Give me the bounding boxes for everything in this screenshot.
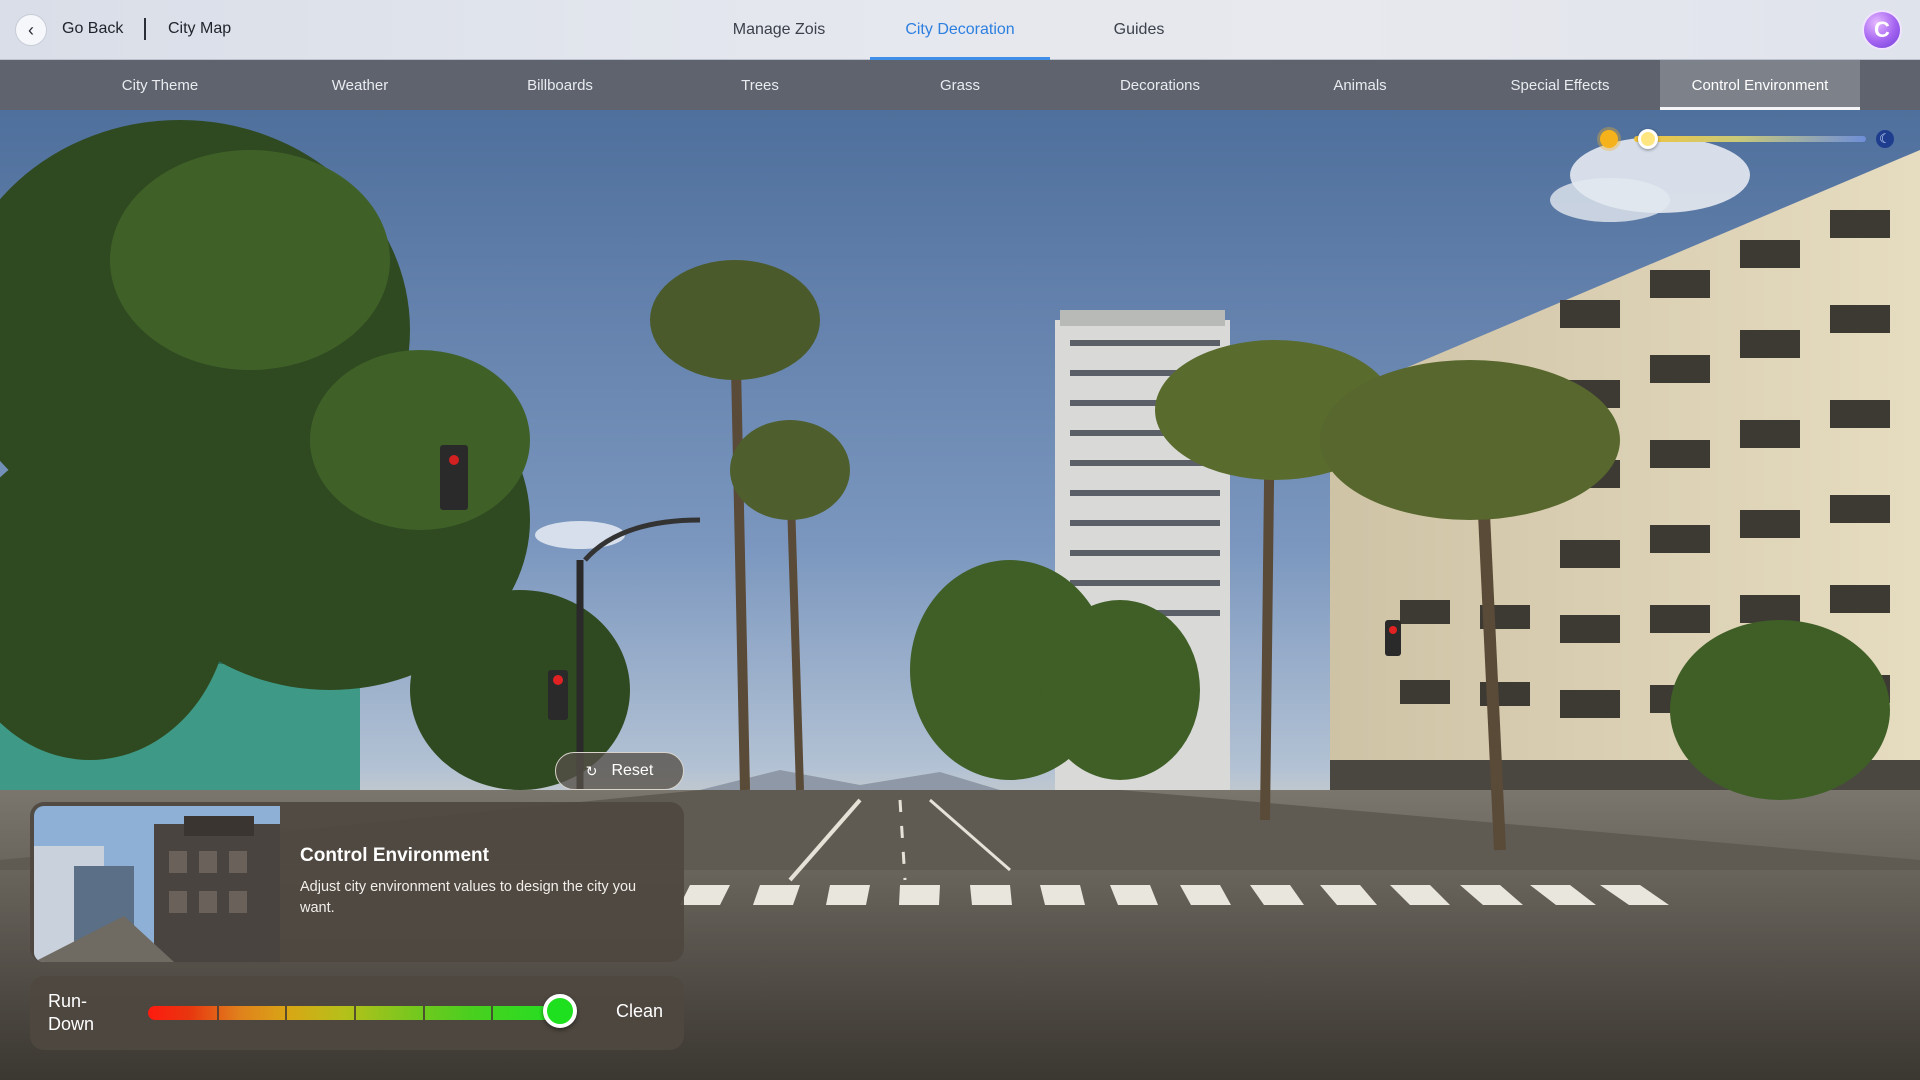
cleanliness-track[interactable] xyxy=(148,1006,560,1020)
cleanliness-segment-divider xyxy=(216,1006,219,1020)
time-of-day-track[interactable] xyxy=(1634,136,1866,142)
sun-icon xyxy=(1600,130,1618,148)
cleanliness-segment-divider xyxy=(354,1006,356,1020)
tab-guides-label: Guides xyxy=(1113,21,1165,38)
subtab-trees[interactable]: Trees xyxy=(660,60,860,110)
subtab-animals[interactable]: Animals xyxy=(1260,60,1460,110)
tab-manage-zois-label: Manage Zois xyxy=(732,21,826,38)
tab-city-decoration-label: City Decoration xyxy=(905,21,1015,38)
breadcrumb-city-map[interactable]: City Map xyxy=(168,20,231,38)
avatar-letter: C xyxy=(1874,17,1890,42)
subtab-trees-label: Trees xyxy=(741,76,779,94)
cleanliness-segment-divider xyxy=(285,1006,288,1020)
back-arrow-icon[interactable]: ‹ xyxy=(15,14,47,46)
moon-icon: ☾ xyxy=(1876,130,1894,148)
time-of-day-slider[interactable]: ☾ xyxy=(1600,126,1896,152)
subtab-billboards[interactable]: Billboards xyxy=(460,60,660,110)
top-navigation-bar: ‹ Go Back City Map Manage Zois City Deco… xyxy=(0,0,1920,60)
subtab-decorations[interactable]: Decorations xyxy=(1060,60,1260,110)
cleanliness-segment-divider xyxy=(422,1006,425,1020)
decoration-category-bar: City Theme Weather Billboards Trees Gras… xyxy=(0,60,1920,110)
environment-preview-image xyxy=(34,806,280,962)
info-card-description: Adjust city environment values to design… xyxy=(300,879,637,916)
tab-guides[interactable]: Guides xyxy=(1098,0,1180,60)
subtab-animals-label: Animals xyxy=(1333,76,1387,94)
cleanliness-segment-divider xyxy=(491,1006,494,1020)
breadcrumb-divider xyxy=(144,18,146,40)
reset-button[interactable]: ↻ Reset xyxy=(555,752,684,790)
tab-city-decoration[interactable]: City Decoration xyxy=(870,0,1050,60)
subtab-weather-label: Weather xyxy=(331,76,389,94)
cleanliness-slider-card: Run-Down Clean xyxy=(30,976,684,1050)
subtab-city-theme[interactable]: City Theme xyxy=(60,60,260,110)
subtab-special-effects-label: Special Effects xyxy=(1510,76,1610,94)
cleanliness-handle[interactable] xyxy=(543,994,577,1028)
user-avatar[interactable]: C xyxy=(1862,10,1902,50)
subtab-special-effects[interactable]: Special Effects xyxy=(1460,60,1660,110)
subtab-weather[interactable]: Weather xyxy=(260,60,460,110)
go-back-link[interactable]: Go Back xyxy=(62,20,123,38)
subtab-grass[interactable]: Grass xyxy=(860,60,1060,110)
subtab-billboards-label: Billboards xyxy=(527,76,593,94)
time-of-day-handle[interactable] xyxy=(1638,129,1659,149)
subtab-grass-label: Grass xyxy=(939,76,980,94)
run-down-label: Run-Down xyxy=(48,991,95,1034)
clean-label: Clean xyxy=(616,1001,664,1021)
control-environment-info-card: Control Environment Adjust city environm… xyxy=(30,802,684,962)
info-card-title: Control Environment xyxy=(300,845,489,866)
refresh-icon: ↻ xyxy=(585,762,598,779)
subtab-decorations-label: Decorations xyxy=(1119,76,1201,94)
reset-button-label: Reset xyxy=(611,762,654,779)
subtab-city-theme-label: City Theme xyxy=(121,76,199,94)
subtab-control-environment-label: Control Environment xyxy=(1691,76,1829,94)
subtab-control-environment[interactable]: Control Environment xyxy=(1660,60,1860,110)
tab-manage-zois[interactable]: Manage Zois xyxy=(713,0,845,60)
